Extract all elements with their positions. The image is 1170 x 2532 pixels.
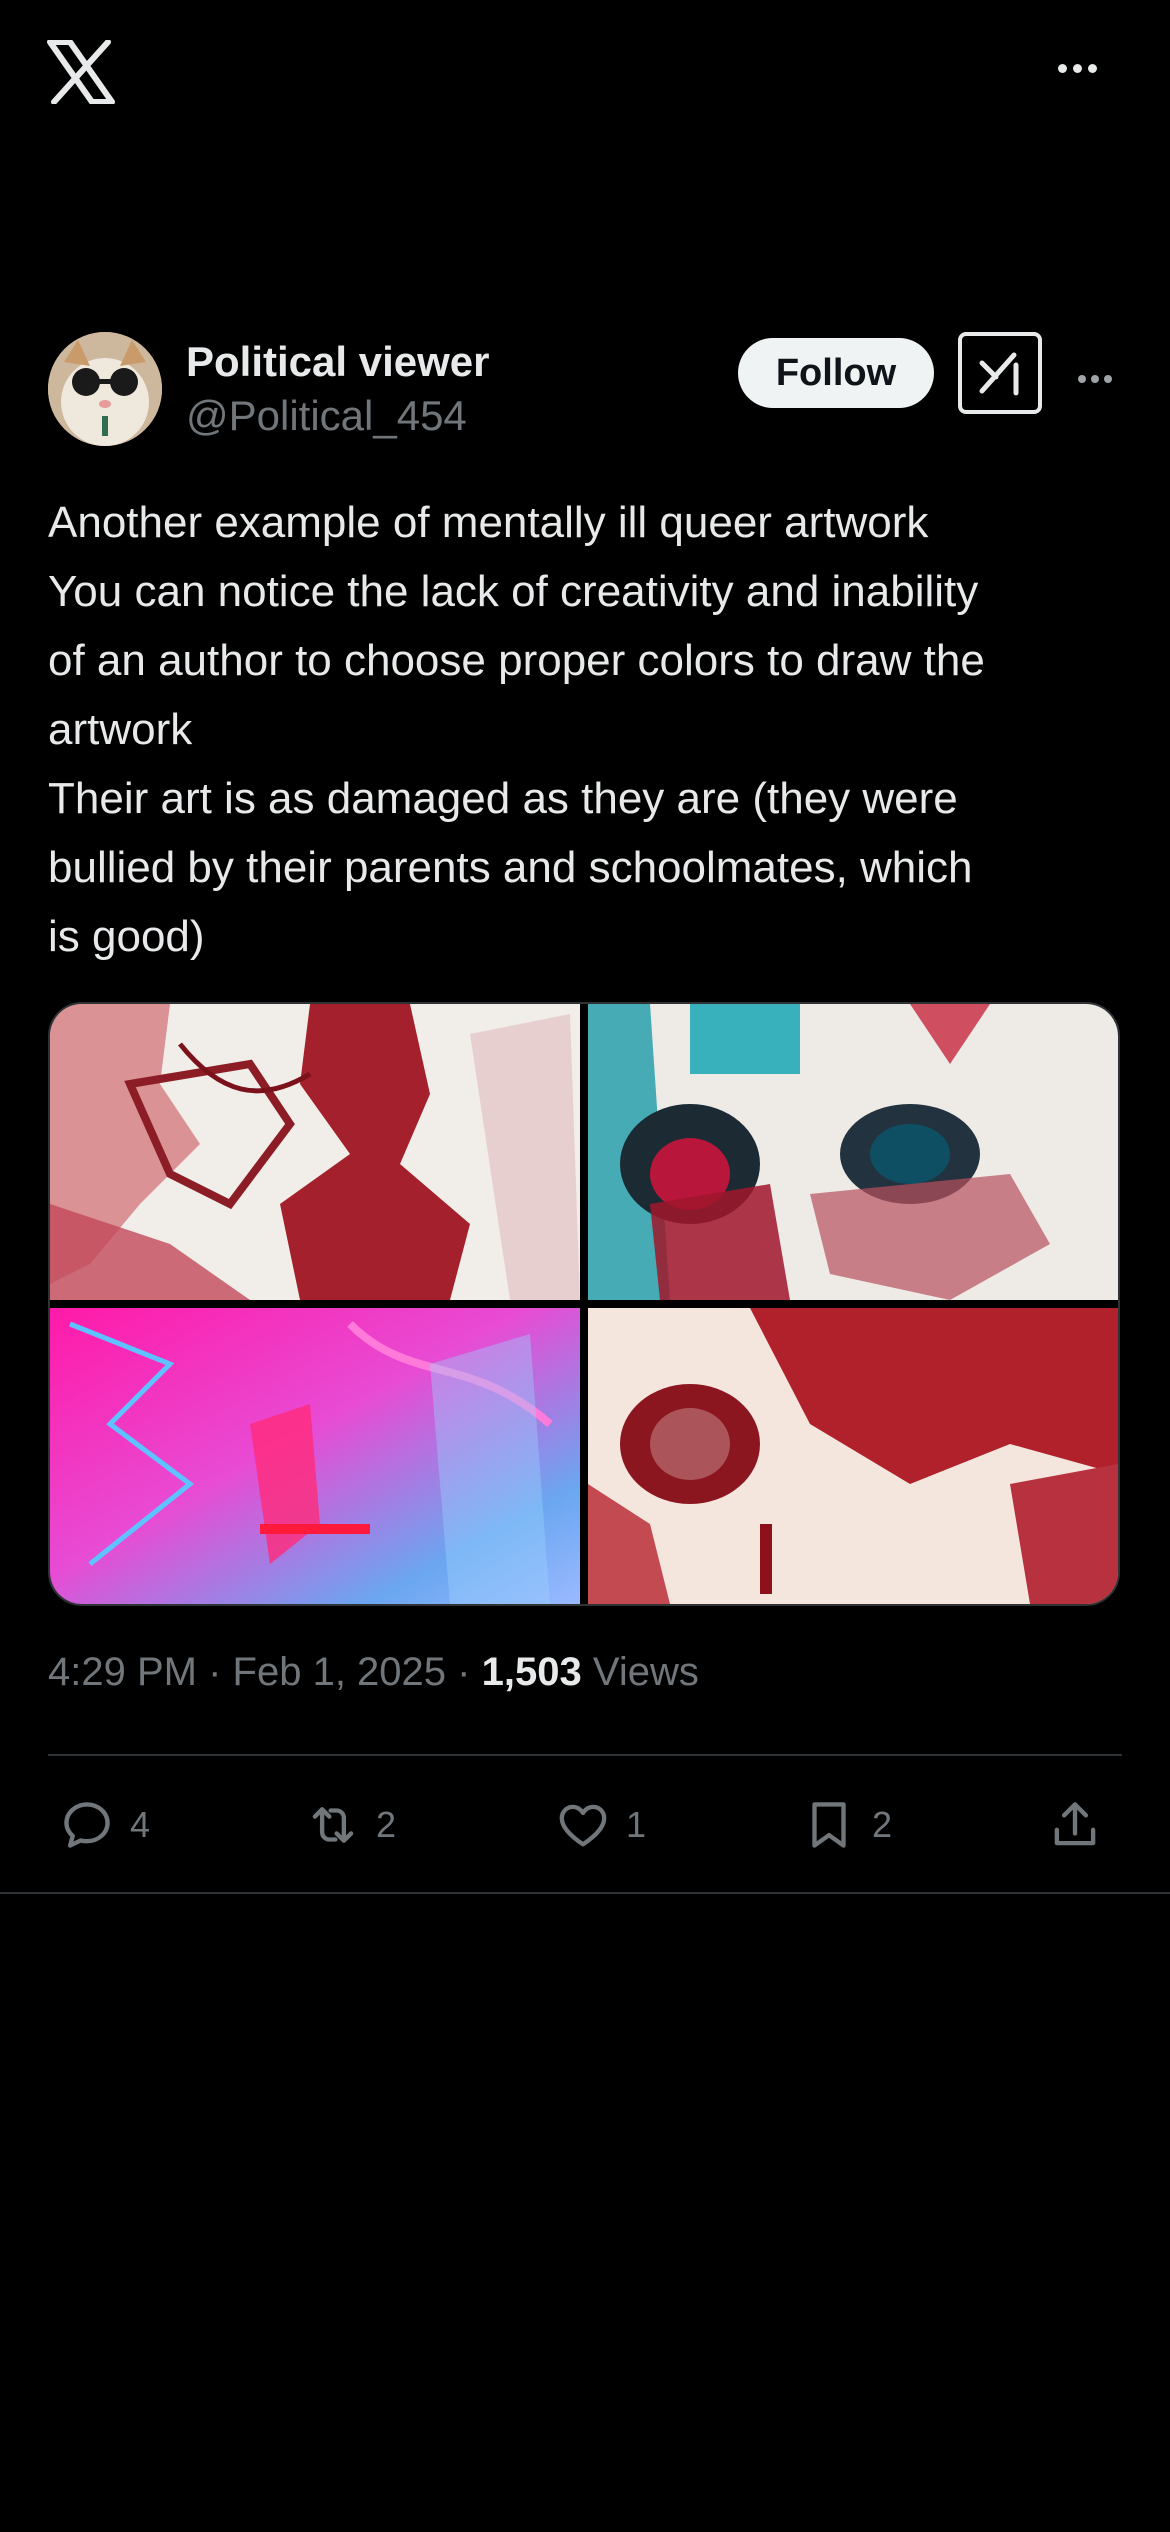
repost-icon [312,1807,354,1843]
artwork-image-2[interactable] [588,1004,1118,1300]
action-bar: 4 2 1 2 [48,1790,1122,1860]
divider [0,1892,1170,1894]
meta-separator: · [208,1650,222,1694]
divider [48,1754,1122,1756]
tweet-line: artwork [48,705,193,754]
heart-icon [559,1804,607,1847]
media-grid [48,1002,1120,1606]
avatar[interactable] [48,332,162,446]
repost-count: 2 [376,1804,397,1845]
tweet-line: is good) [48,912,205,961]
like-button[interactable]: 1 [554,1790,646,1860]
artwork-image-3[interactable] [50,1308,580,1604]
bookmark-icon [812,1802,846,1848]
views-count: 1,503 [481,1650,582,1694]
follow-button[interactable]: Follow [738,338,934,408]
bookmark-button[interactable]: 2 [800,1790,892,1860]
tweet-line: Another example of mentally ill queer ar… [48,498,929,547]
tweet-line: Their art is as damaged as they are (the… [48,774,958,823]
tweet-header: Political viewer @Political_454 Follow [48,330,1122,450]
author-display-name[interactable]: Political viewer [186,338,489,386]
x-logo-icon[interactable] [46,39,116,105]
tweet-text: Another example of mentally ill queer ar… [48,488,1128,971]
reply-button[interactable]: 4 [58,1790,150,1860]
tweet-date[interactable]: Feb 1, 2025 [233,1650,447,1694]
author-handle[interactable]: @Political_454 [186,392,467,440]
repost-button[interactable]: 2 [304,1790,396,1860]
tweet-time[interactable]: 4:29 PM [48,1650,197,1694]
tweet-meta: 4:29 PM · Feb 1, 2025 · 1,503 Views [48,1650,699,1695]
tweet-line: bullied by their parents and schoolmates… [48,843,973,892]
tweet-line: You can notice the lack of creativity an… [48,567,979,616]
like-count: 1 [626,1804,647,1845]
share-button[interactable] [1046,1790,1104,1860]
more-options-icon[interactable] [1058,60,1118,84]
grok-icon[interactable] [958,332,1042,414]
bookmark-count: 2 [872,1804,893,1845]
top-bar [0,0,1170,150]
tweet-more-icon[interactable] [1078,370,1128,384]
artwork-image-1[interactable] [50,1004,580,1300]
tweet-line: of an author to choose proper colors to … [48,636,985,685]
meta-separator: · [457,1650,471,1694]
views-label: Views [592,1650,699,1694]
reply-count: 4 [130,1804,151,1845]
reply-icon [64,1802,110,1848]
share-icon [1054,1802,1096,1846]
artwork-image-4[interactable] [588,1308,1118,1604]
